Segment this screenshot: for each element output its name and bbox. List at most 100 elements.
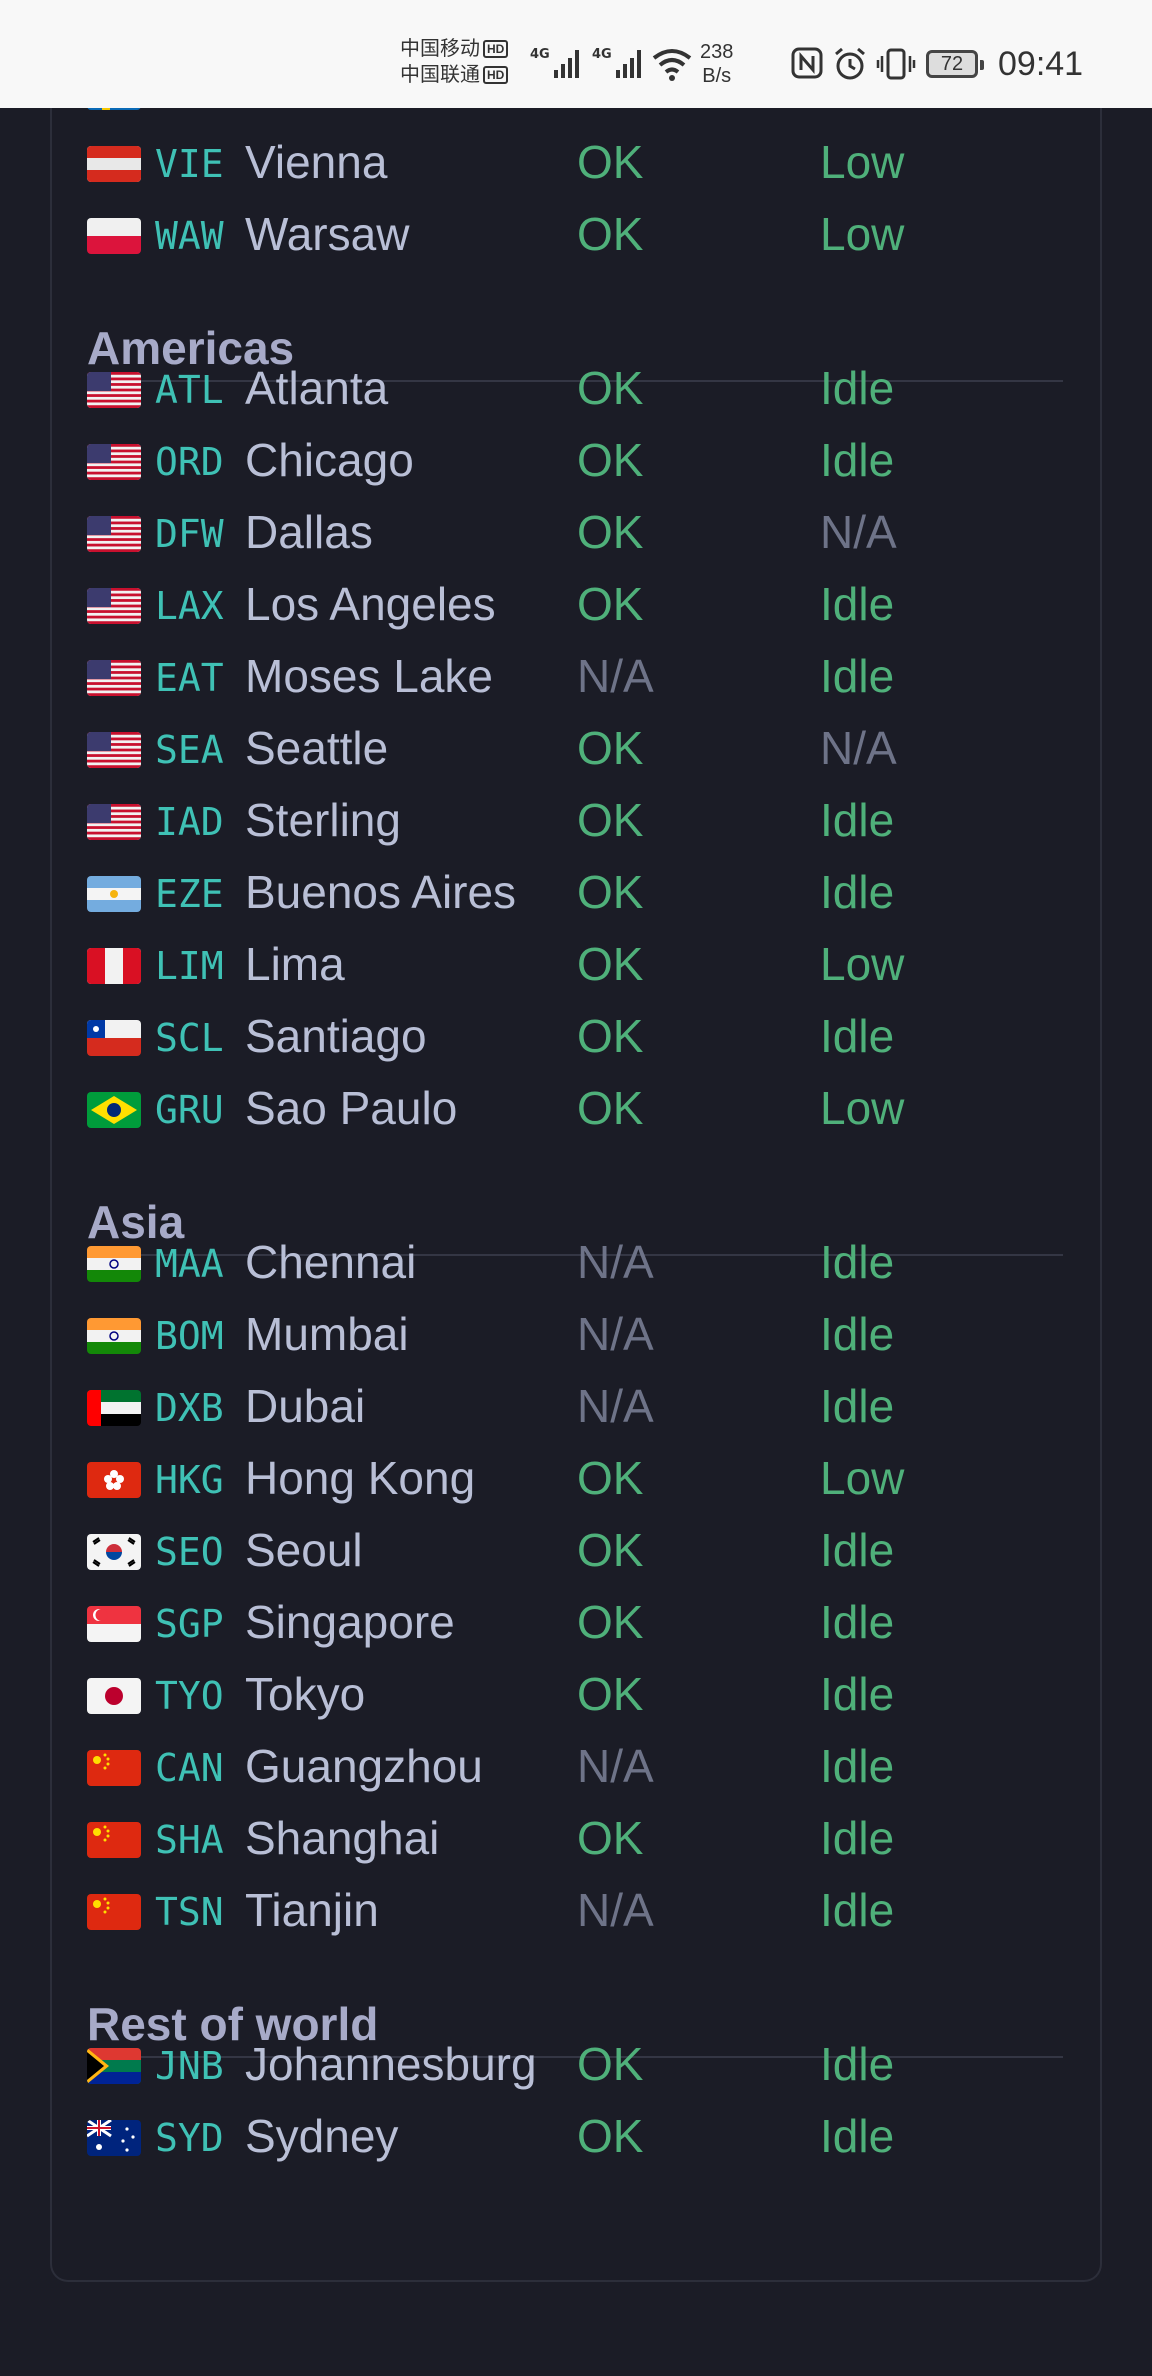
region-status: N/A [577,1740,654,1792]
region-status: OK [577,208,644,260]
flag-cn-icon [87,1894,141,1930]
region-load: Idle [820,2110,895,2162]
region-city: Guangzhou [245,1740,483,1792]
region-code: CAN [155,1746,224,1790]
region-city: Chicago [245,434,414,486]
region-row[interactable]: VIE Vienna OK Low [87,126,1067,198]
region-load: Idle [820,1380,895,1432]
region-row[interactable]: DFW Dallas OK N/A [87,496,1067,568]
region-status: N/A [577,1380,654,1432]
region-status: N/A [577,1236,654,1288]
region-row[interactable]: EZE Buenos Aires OK Idle [87,856,1067,928]
region-status: OK [577,794,644,846]
region-load: N/A [820,722,897,774]
region-load: Low [820,1082,905,1134]
region-city: Sydney [245,2110,399,2162]
region-load: Idle [820,866,895,918]
region-city: Singapore [245,1596,455,1648]
flag-us-icon [87,444,141,480]
region-code: JNB [155,2044,224,2088]
region-status: OK [577,1668,644,1720]
flag-pl-icon [87,218,141,254]
region-row[interactable]: DXB Dubai N/A Idle [87,1370,1067,1442]
region-code: ORD [155,440,224,484]
region-status: OK [577,578,644,630]
region-row[interactable]: SEO Seoul OK Idle [87,1514,1067,1586]
region-load: N/A [820,506,897,558]
region-city: Los Angeles [245,578,496,630]
region-status: N/A [577,1308,654,1360]
region-city: Mumbai [245,1308,409,1360]
battery-icon: 72 [926,50,984,78]
region-row[interactable]: SEA Seattle OK N/A [87,712,1067,784]
flag-hk-icon [87,1462,141,1498]
flag-cn-icon [87,1750,141,1786]
region-status: N/A [577,650,654,702]
flag-au-icon [87,2120,141,2156]
region-code: DXB [155,1386,224,1430]
region-city: Tianjin [245,1884,379,1936]
region-row[interactable]: ORD Chicago OK Idle [87,424,1067,496]
region-row[interactable]: SCL Santiago OK Idle [87,1000,1067,1072]
region-load: Idle [820,1668,895,1720]
flag-kr-icon [87,1534,141,1570]
region-status: OK [577,434,644,486]
flag-br-icon [87,1092,141,1128]
carrier-info: 中国移动 HD 中国联通 HD [400,36,509,88]
region-code: SHA [155,1818,224,1862]
carrier-2: 中国联通 [400,64,480,86]
region-load: Idle [820,1812,895,1864]
hd-badge: HD [483,66,509,84]
flag-at-icon [87,146,141,182]
region-city: Seattle [245,722,389,774]
region-load: Idle [820,578,895,630]
region-status: OK [577,722,644,774]
region-status: OK [577,1452,644,1504]
region-row[interactable]: TSN Tianjin N/A Idle [87,1874,1067,1946]
region-row[interactable]: GRU Sao Paulo OK Low [87,1072,1067,1144]
flag-za-icon [87,2048,141,2084]
region-load: Low [820,208,905,260]
region-status: OK [577,362,644,414]
region-status: OK [577,1010,644,1062]
region-row[interactable]: LAX Los Angeles OK Idle [87,568,1067,640]
region-code: HKG [155,1458,224,1502]
region-load: Idle [820,1010,895,1062]
region-row[interactable]: SHA Shanghai OK Idle [87,1802,1067,1874]
flag-in-icon [87,1246,141,1282]
region-load: Idle [820,1236,895,1288]
region-row[interactable]: LIM Lima OK Low [87,928,1067,1000]
region-row[interactable]: MAA Chennai N/A Idle [87,1226,1067,1298]
region-row[interactable]: TYO Tokyo OK Idle [87,1658,1067,1730]
flag-ar-icon [87,876,141,912]
hd-badge: HD [483,40,509,58]
region-row[interactable]: IAD Sterling OK Idle [87,784,1067,856]
region-city: Hong Kong [245,1452,476,1504]
region-load: Idle [820,434,895,486]
region-load: Low [820,938,905,990]
region-status: OK [577,866,644,918]
region-row[interactable]: EAT Moses Lake N/A Idle [87,640,1067,712]
region-code: TSN [155,1890,224,1934]
region-code: SCL [155,1016,224,1060]
region-code: DFW [155,512,224,556]
region-row[interactable]: WAW Warsaw OK Low [87,198,1067,270]
region-row[interactable]: SYD Sydney OK Idle [87,2100,1067,2172]
region-load: Idle [820,1596,895,1648]
region-row[interactable]: SGP Singapore OK Idle [87,1586,1067,1658]
flag-us-icon [87,372,141,408]
region-code: LAX [155,584,224,628]
wifi-icon [652,49,692,81]
region-row[interactable]: BOM Mumbai N/A Idle [87,1298,1067,1370]
flag-us-icon [87,588,141,624]
region-row[interactable]: HKG Hong Kong OK Low [87,1442,1067,1514]
region-row[interactable]: CAN Guangzhou N/A Idle [87,1730,1067,1802]
region-load: Idle [820,1308,895,1360]
region-row[interactable]: ATL Atlanta OK Idle [87,352,1067,424]
flag-us-icon [87,660,141,696]
region-status: OK [577,1596,644,1648]
region-load: Idle [820,650,895,702]
region-row[interactable]: JNB Johannesburg OK Idle [87,2028,1067,2100]
region-city: Moses Lake [245,650,494,702]
region-code: SEO [155,1530,224,1574]
